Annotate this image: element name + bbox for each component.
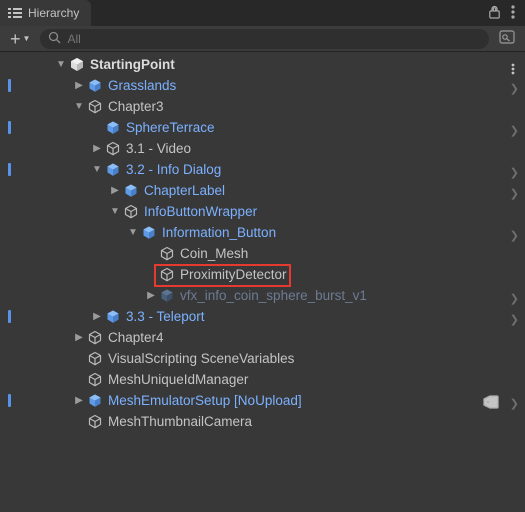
foldout-toggle[interactable]: ▶	[72, 394, 86, 408]
override-marker	[8, 163, 11, 176]
hierarchy-tab[interactable]: Hierarchy	[0, 0, 91, 26]
foldout-toggle[interactable]: ▶	[90, 142, 104, 156]
tree-row-scene[interactable]: ▼ StartingPoint	[0, 54, 525, 75]
foldout-toggle[interactable]: ▼	[90, 163, 104, 177]
foldout-toggle[interactable]: ▼	[72, 100, 86, 114]
tree-row-vfx[interactable]: ▶ vfx_info_coin_sphere_burst_v1❯	[0, 285, 525, 306]
row-label: Chapter3	[108, 96, 164, 117]
row-label: Grasslands	[108, 75, 176, 96]
row-label: MeshEmulatorSetup [NoUpload]	[108, 390, 302, 411]
search-icon	[48, 31, 61, 47]
cube-icon	[86, 371, 104, 389]
row-label: MeshThumbnailCamera	[108, 411, 252, 432]
tree-row-sphereterr[interactable]: SphereTerrace❯	[0, 117, 525, 138]
cube-icon	[104, 140, 122, 158]
search-field[interactable]	[40, 29, 489, 49]
cube-icon	[158, 266, 176, 284]
cube-icon	[86, 392, 104, 410]
hierarchy-list-icon	[8, 7, 22, 19]
hierarchy-tab-label: Hierarchy	[28, 6, 79, 20]
row-label: 3.1 - Video	[126, 138, 191, 159]
tree-row-emulator[interactable]: ▶ MeshEmulatorSetup [NoUpload]❯	[0, 390, 525, 411]
foldout-toggle[interactable]: ▶	[72, 331, 86, 345]
cube-icon	[104, 161, 122, 179]
hierarchy-toolbar: + ▼	[0, 26, 525, 52]
row-label: SphereTerrace	[126, 117, 215, 138]
cube-icon	[104, 119, 122, 137]
row-label: MeshUniqueIdManager	[108, 369, 248, 390]
cube-icon	[86, 350, 104, 368]
cube-icon	[86, 77, 104, 95]
tree-row-chapter4[interactable]: ▶ Chapter4	[0, 327, 525, 348]
tree-row-prox[interactable]: ProximityDetector	[0, 264, 525, 285]
tree-row-vsvars[interactable]: VisualScripting SceneVariables	[0, 348, 525, 369]
override-marker	[8, 79, 11, 92]
tree-row-video[interactable]: ▶ 3.1 - Video	[0, 138, 525, 159]
tree-row-chlabel[interactable]: ▶ ChapterLabel❯	[0, 180, 525, 201]
row-label: ProximityDetector	[180, 264, 287, 285]
foldout-toggle[interactable]: ▶	[144, 289, 158, 303]
foldout-toggle[interactable]: ▼	[54, 58, 68, 72]
cube-icon	[158, 245, 176, 263]
panel-tab-bar: Hierarchy	[0, 0, 525, 26]
hierarchy-tree[interactable]: ▼ StartingPoint▶ Grasslands❯▼ Chapter3 S…	[0, 52, 525, 432]
panel-menu-icon[interactable]	[511, 5, 515, 22]
tree-row-ibw[interactable]: ▼ InfoButtonWrapper	[0, 201, 525, 222]
cube-icon	[122, 203, 140, 221]
tree-row-uidmgr[interactable]: MeshUniqueIdManager	[0, 369, 525, 390]
foldout-toggle[interactable]: ▼	[126, 226, 140, 240]
tree-row-chapter3[interactable]: ▼ Chapter3	[0, 96, 525, 117]
tree-row-coin[interactable]: Coin_Mesh	[0, 243, 525, 264]
create-button[interactable]: + ▼	[6, 30, 34, 48]
cube-icon	[122, 182, 140, 200]
override-marker	[8, 310, 11, 323]
tree-row-info[interactable]: ▼ 3.2 - Info Dialog❯	[0, 159, 525, 180]
foldout-toggle[interactable]: ▼	[108, 205, 122, 219]
cube-icon	[140, 224, 158, 242]
row-label: StartingPoint	[90, 54, 175, 75]
tree-row-grasslands[interactable]: ▶ Grasslands❯	[0, 75, 525, 96]
tree-row-thumbcam[interactable]: MeshThumbnailCamera	[0, 411, 525, 432]
cube-icon	[86, 413, 104, 431]
scene-icon	[68, 56, 86, 74]
cube-icon	[158, 287, 176, 305]
cube-icon	[104, 308, 122, 326]
override-marker	[8, 121, 11, 134]
row-label: vfx_info_coin_sphere_burst_v1	[180, 285, 367, 306]
search-input[interactable]	[67, 32, 481, 46]
row-label: Chapter4	[108, 327, 164, 348]
foldout-toggle[interactable]: ▶	[90, 310, 104, 324]
row-label: InfoButtonWrapper	[144, 201, 257, 222]
cube-icon	[86, 329, 104, 347]
search-by-type-icon[interactable]	[495, 30, 519, 47]
dropdown-caret-icon: ▼	[23, 34, 31, 43]
lock-icon[interactable]	[488, 5, 501, 22]
tree-row-tele[interactable]: ▶ 3.3 - Teleport❯	[0, 306, 525, 327]
row-label: 3.3 - Teleport	[126, 306, 205, 327]
row-label: 3.2 - Info Dialog	[126, 159, 221, 180]
row-label: VisualScripting SceneVariables	[108, 348, 294, 369]
row-label: Information_Button	[162, 222, 276, 243]
tree-row-ibtn[interactable]: ▼ Information_Button❯	[0, 222, 525, 243]
cube-icon	[86, 98, 104, 116]
row-label: Coin_Mesh	[180, 243, 248, 264]
foldout-toggle[interactable]: ▶	[72, 79, 86, 93]
row-label: ChapterLabel	[144, 180, 225, 201]
foldout-toggle[interactable]: ▶	[108, 184, 122, 198]
override-marker	[8, 394, 11, 407]
